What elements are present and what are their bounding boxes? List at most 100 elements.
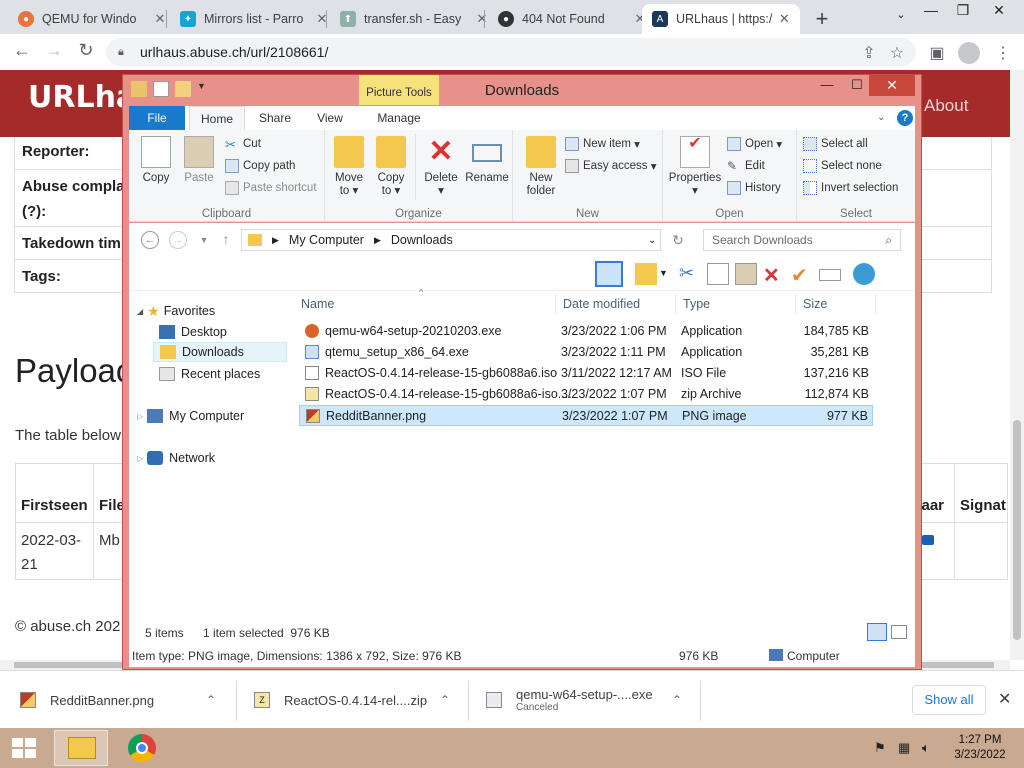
scissors-icon[interactable]: ✂ <box>679 263 701 285</box>
close-window-icon[interactable]: ✕ <box>984 2 1014 19</box>
help-icon[interactable]: ? <box>897 110 913 126</box>
chevron-up-icon[interactable]: ⌃ <box>440 693 450 707</box>
chevron-down-icon[interactable]: ▼ <box>659 268 669 290</box>
new-tab-button[interactable]: + <box>810 6 834 32</box>
copy-to-button[interactable]: Copy to ▾ <box>373 136 409 198</box>
copy-path-button[interactable]: Copy path <box>225 159 295 173</box>
tab-transfer[interactable]: ⬆ transfer.sh - Easy ✕ <box>330 4 498 34</box>
nav-desktop[interactable]: Desktop <box>159 322 227 342</box>
history-button[interactable]: History <box>727 181 781 195</box>
bookmark-star-icon[interactable]: ☆ <box>886 43 908 63</box>
file-row[interactable]: ReactOS-0.4.14-release-15-gb6088a6.iso 3… <box>299 363 873 384</box>
nav-network[interactable]: ▷ Network <box>137 448 215 468</box>
refresh-icon[interactable]: ↻ <box>669 232 687 249</box>
close-icon[interactable]: ✕ <box>777 11 792 27</box>
open-button[interactable]: Open ▾ <box>727 137 782 151</box>
file-row[interactable]: qtemu_setup_x86_64.exe 3/23/2022 1:11 PM… <box>299 342 873 363</box>
breadcrumb-item[interactable]: Downloads <box>391 233 453 247</box>
folder-check-icon[interactable] <box>635 263 657 285</box>
download-item[interactable]: qemu-w64-setup-....exe Canceled <box>486 671 686 729</box>
move-to-button[interactable]: Move to ▾ <box>331 136 367 198</box>
details-view-icon[interactable] <box>867 623 887 641</box>
download-item[interactable]: RedditBanner.png <box>20 671 220 729</box>
edit-button[interactable]: ✎ Edit <box>727 159 765 173</box>
restore-icon[interactable]: ❐ <box>948 2 978 19</box>
chevron-down-icon[interactable]: ⌄ <box>877 112 885 123</box>
close-icon[interactable]: ✕ <box>998 689 1011 709</box>
nav-favorites[interactable]: ◢ ★ Favorites <box>137 301 215 321</box>
breadcrumb[interactable]: ▶ My Computer ▶ Downloads ⌄ <box>241 229 661 251</box>
share-icon[interactable]: ⇪ <box>858 43 880 63</box>
sidepanel-icon[interactable]: ▣ <box>926 43 948 63</box>
cut-button[interactable]: ✂ Cut <box>225 137 261 152</box>
tab-home[interactable]: Home <box>189 106 245 130</box>
tab-search-icon[interactable]: ⌄ <box>886 8 916 21</box>
column-header-size[interactable]: Size <box>796 294 876 314</box>
tab-qemu[interactable]: ● QEMU for Windo ✕ <box>8 4 176 34</box>
globe-icon[interactable] <box>853 263 875 285</box>
easy-access-button[interactable]: Easy access ▾ <box>565 159 657 173</box>
volume-icon[interactable]: 🔈︎ <box>922 740 930 756</box>
tab-404[interactable]: ● 404 Not Found ✕ <box>488 4 656 34</box>
delete-button[interactable]: ✕ Delete ▾ <box>421 136 461 198</box>
tab-share[interactable]: Share <box>249 106 301 130</box>
minimize-icon[interactable]: — <box>916 2 946 18</box>
paste-shortcut-button[interactable]: Paste shortcut <box>225 181 317 195</box>
tab-view[interactable]: View <box>307 106 353 130</box>
tab-file[interactable]: File <box>129 106 185 130</box>
check-icon[interactable]: ✔ <box>791 263 813 287</box>
paste-button[interactable]: Paste <box>179 136 219 185</box>
nav-recent[interactable]: Recent places <box>159 364 260 384</box>
rename-button[interactable]: Rename <box>465 136 509 185</box>
bazaar-icon[interactable] <box>922 535 934 545</box>
nav-computer[interactable]: ▷ My Computer <box>137 406 244 426</box>
tab-urlhaus[interactable]: A URLhaus | https:/ ✕ <box>642 4 800 34</box>
chrome-taskbar-icon[interactable] <box>116 730 170 766</box>
copy-icon[interactable] <box>707 263 729 285</box>
copy-button[interactable]: Copy <box>137 136 175 185</box>
tab-manage[interactable]: Manage <box>367 106 431 130</box>
minimize-icon[interactable]: — <box>813 77 841 97</box>
file-explorer-taskbar-icon[interactable] <box>54 730 108 766</box>
select-none-button[interactable]: Select none <box>803 159 882 173</box>
back-icon[interactable]: ← <box>141 231 159 249</box>
explorer-titlebar[interactable]: ▼ Picture Tools Downloads — ☐ ✕ <box>123 75 921 105</box>
maximize-icon[interactable]: ☐ <box>843 77 871 97</box>
select-all-button[interactable]: Select all <box>803 137 868 151</box>
download-item[interactable]: Z ReactOS-0.4.14-rel....zip <box>254 671 454 729</box>
chevron-up-icon[interactable]: ⌃ <box>206 693 216 707</box>
column-header-name[interactable]: Name <box>294 294 556 314</box>
back-icon[interactable]: ← <box>10 40 34 61</box>
file-row[interactable]: qemu-w64-setup-20210203.exe 3/23/2022 1:… <box>299 321 873 342</box>
page-vertical-scrollbar[interactable] <box>1010 70 1024 660</box>
close-window-button[interactable]: ✕ <box>869 75 915 96</box>
about-link[interactable]: About <box>924 96 968 116</box>
close-icon[interactable]: ✕ <box>314 11 330 27</box>
file-row[interactable]: ReactOS-0.4.14-release-15-gb6088a6-iso..… <box>299 384 873 405</box>
flag-icon[interactable]: ⚑ <box>874 740 886 756</box>
chevron-down-icon[interactable]: ⌄ <box>648 235 656 246</box>
column-header-type[interactable]: Type <box>676 294 796 314</box>
network-icon[interactable]: ▦ <box>898 740 910 756</box>
chevron-up-icon[interactable]: ⌃ <box>672 693 682 707</box>
file-row[interactable]: RedditBanner.png 3/23/2022 1:07 PM PNG i… <box>299 405 873 426</box>
windows-start-icon[interactable] <box>10 736 38 760</box>
paste-icon[interactable] <box>735 263 757 285</box>
tab-mirrors[interactable]: ✦ Mirrors list - Parro ✕ <box>170 4 338 34</box>
nav-downloads[interactable]: Downloads <box>153 342 287 362</box>
menu-icon[interactable]: ⋮ <box>992 43 1014 63</box>
new-item-button[interactable]: New item ▾ <box>565 137 640 151</box>
profile-avatar[interactable] <box>958 42 980 64</box>
preview-pane-icon[interactable] <box>595 261 623 287</box>
forward-icon[interactable]: → <box>169 231 187 249</box>
breadcrumb-item[interactable]: My Computer <box>289 233 364 247</box>
new-folder-button[interactable]: New folder <box>521 136 561 198</box>
up-icon[interactable]: ↑ <box>217 231 235 247</box>
reload-icon[interactable]: ↻ <box>74 40 98 61</box>
recent-locations-icon[interactable]: ▼ <box>195 235 213 245</box>
delete-x-icon[interactable]: ✕ <box>763 263 785 287</box>
address-bar[interactable]: 🔒︎ urlhaus.abuse.ch/url/2108661/ <box>106 38 916 66</box>
invert-selection-button[interactable]: Invert selection <box>803 181 898 195</box>
rename-icon[interactable] <box>819 269 841 281</box>
properties-button[interactable]: ✔ Properties ▾ <box>667 136 723 198</box>
